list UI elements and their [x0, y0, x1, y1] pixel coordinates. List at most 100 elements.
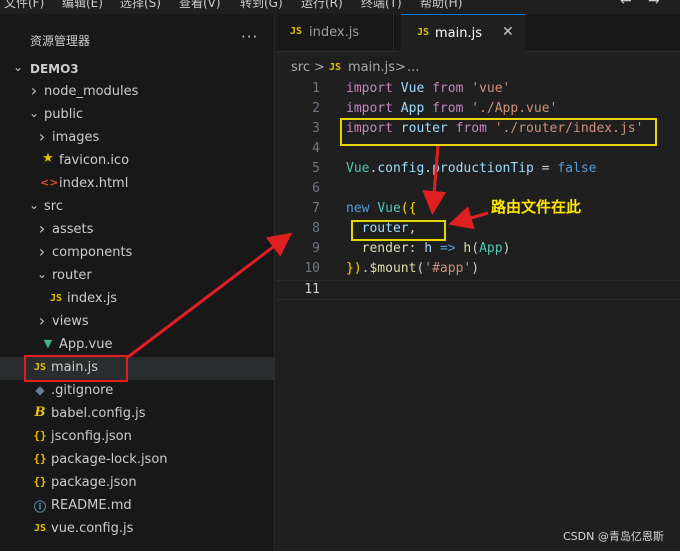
tab-index-js[interactable]: JS index.js: [276, 14, 394, 52]
info-icon: ⓘ: [33, 500, 46, 514]
close-icon[interactable]: ✕: [502, 24, 514, 40]
tree-item-images[interactable]: › images: [0, 127, 274, 150]
json-icon: {}: [33, 475, 47, 488]
code-token: :: [408, 241, 425, 256]
code-token: Vue: [400, 81, 425, 96]
line-number: 11: [304, 282, 320, 297]
tree-item-components[interactable]: › components: [0, 242, 274, 265]
chevron-right-icon: >: [314, 60, 325, 75]
tab-main-js[interactable]: JS main.js ✕: [401, 14, 525, 52]
code-token: =: [533, 161, 558, 176]
code-token: App: [400, 101, 425, 116]
tree-item-label: index.html: [59, 176, 129, 191]
tab-label: index.js: [309, 25, 360, 40]
menu-terminal[interactable]: 终端(T): [361, 0, 402, 11]
code-text: Vue.config.productionTip = false: [346, 161, 596, 176]
tree-item-package-json[interactable]: {} package.json: [0, 472, 274, 495]
code-token: from: [432, 81, 464, 96]
tree-item-package-lock-json[interactable]: {} package-lock.json: [0, 449, 274, 472]
tree-item-vue-config-js[interactable]: JS vue.config.js: [0, 518, 274, 541]
tree-item-index-html[interactable]: <> index.html: [0, 173, 274, 196]
code-token: ({: [400, 201, 417, 216]
code-token: render: [361, 241, 409, 256]
chevron-down-icon: ⌄: [28, 106, 40, 120]
babel-icon: B: [34, 405, 46, 420]
tree-item-babel-config-js[interactable]: Bbabel.config.js: [0, 403, 274, 426]
menu-run[interactable]: 运行(R): [301, 0, 343, 11]
tree-item-label: node_modules: [44, 84, 139, 99]
json-icon: {}: [33, 452, 47, 465]
code-token: '#app': [424, 261, 472, 276]
code-line[interactable]: 11: [276, 280, 680, 300]
git-icon: ◆: [35, 383, 45, 397]
js-icon: JS: [33, 523, 47, 534]
router-option-highlight: [351, 220, 446, 241]
tree-item-label: router: [52, 268, 92, 283]
tree-item-label: assets: [52, 222, 94, 237]
json-icon: {}: [33, 429, 47, 442]
arrow-left-icon[interactable]: ←: [620, 0, 632, 9]
code-line[interactable]: 8 router,: [276, 220, 680, 240]
tree-item-label: jsconfig.json: [51, 429, 132, 444]
chevron-right-icon: ›: [38, 127, 46, 146]
menu-help[interactable]: 帮助(H): [420, 0, 462, 11]
menu-selection[interactable]: 选择(S): [120, 0, 161, 11]
tree-item-label: index.js: [67, 291, 118, 306]
code-line[interactable]: 6: [276, 180, 680, 200]
tree-item-assets[interactable]: › assets: [0, 219, 274, 242]
code-line[interactable]: 9 render: h => h(App): [276, 240, 680, 260]
tree-item-index-js[interactable]: JS index.js: [0, 288, 274, 311]
code-line[interactable]: 1 import Vue from 'vue': [276, 80, 680, 100]
code-token: config: [377, 161, 425, 176]
code-text: render: h => h(App): [346, 241, 511, 256]
tree-item-readme-md[interactable]: ⓘ README.md: [0, 495, 274, 518]
tree-item-public[interactable]: ⌄ public: [0, 104, 274, 127]
arrow-right-icon[interactable]: →: [648, 0, 660, 9]
tree-item-app-vue[interactable]: ▼ App.vue: [0, 334, 274, 357]
code-token: $mount: [369, 261, 417, 276]
code-line[interactable]: 2 import App from './App.vue': [276, 100, 680, 120]
chevron-down-icon: ⌄: [36, 267, 48, 281]
more-actions-icon[interactable]: ···: [241, 28, 258, 46]
code-line[interactable]: 5 Vue.config.productionTip = false: [276, 160, 680, 180]
chevron-right-icon: ›: [38, 219, 46, 238]
tree-root-demo3[interactable]: ⌄ DEMO3: [0, 58, 274, 81]
tree-item-label: views: [52, 314, 89, 329]
code-text: import App from './App.vue': [346, 101, 557, 116]
tree-item-router[interactable]: ⌄ router: [0, 265, 274, 288]
line-number: 5: [312, 161, 320, 176]
menu-edit[interactable]: 编辑(E): [62, 0, 103, 11]
code-token: from: [432, 101, 464, 116]
code-token: h: [424, 241, 433, 256]
tree-item-label: components: [52, 245, 133, 260]
tree-item-node-modules[interactable]: › node_modules: [0, 81, 274, 104]
code-token: false: [557, 161, 597, 176]
chevron-down-icon: ⌄: [12, 60, 24, 74]
tree-item-jsconfig-json[interactable]: {} jsconfig.json: [0, 426, 274, 449]
tree-item-label: images: [52, 130, 100, 145]
breadcrumb-more[interactable]: ...: [407, 60, 419, 75]
tab-label: main.js: [435, 26, 482, 41]
menu-file[interactable]: 文件(F): [4, 0, 44, 11]
tree-item-src[interactable]: ⌄ src: [0, 196, 274, 219]
tree-item-gitignore[interactable]: ◆ .gitignore: [0, 380, 274, 403]
breadcrumb-src[interactable]: src: [291, 60, 310, 75]
tree-item-label: App.vue: [59, 337, 113, 352]
html-icon: <>: [40, 176, 59, 189]
breadcrumb-main-js[interactable]: main.js: [348, 60, 395, 75]
menu-view[interactable]: 查看(V): [179, 0, 221, 11]
code-token: Vue: [346, 161, 370, 176]
code-line[interactable]: 10}).$mount('#app'): [276, 260, 680, 280]
tree-item-views[interactable]: › views: [0, 311, 274, 334]
chevron-right-icon: ›: [38, 311, 46, 330]
chevron-down-icon: ⌄: [28, 198, 40, 212]
code-line[interactable]: 7 new Vue({: [276, 200, 680, 220]
menu-goto[interactable]: 转到(G): [240, 0, 283, 11]
tree-item-label: babel.config.js: [51, 406, 146, 421]
code-text: new Vue({: [346, 201, 416, 216]
chevron-right-icon: ›: [30, 81, 38, 100]
tree-item-favicon-ico[interactable]: ★ favicon.ico: [0, 150, 274, 173]
